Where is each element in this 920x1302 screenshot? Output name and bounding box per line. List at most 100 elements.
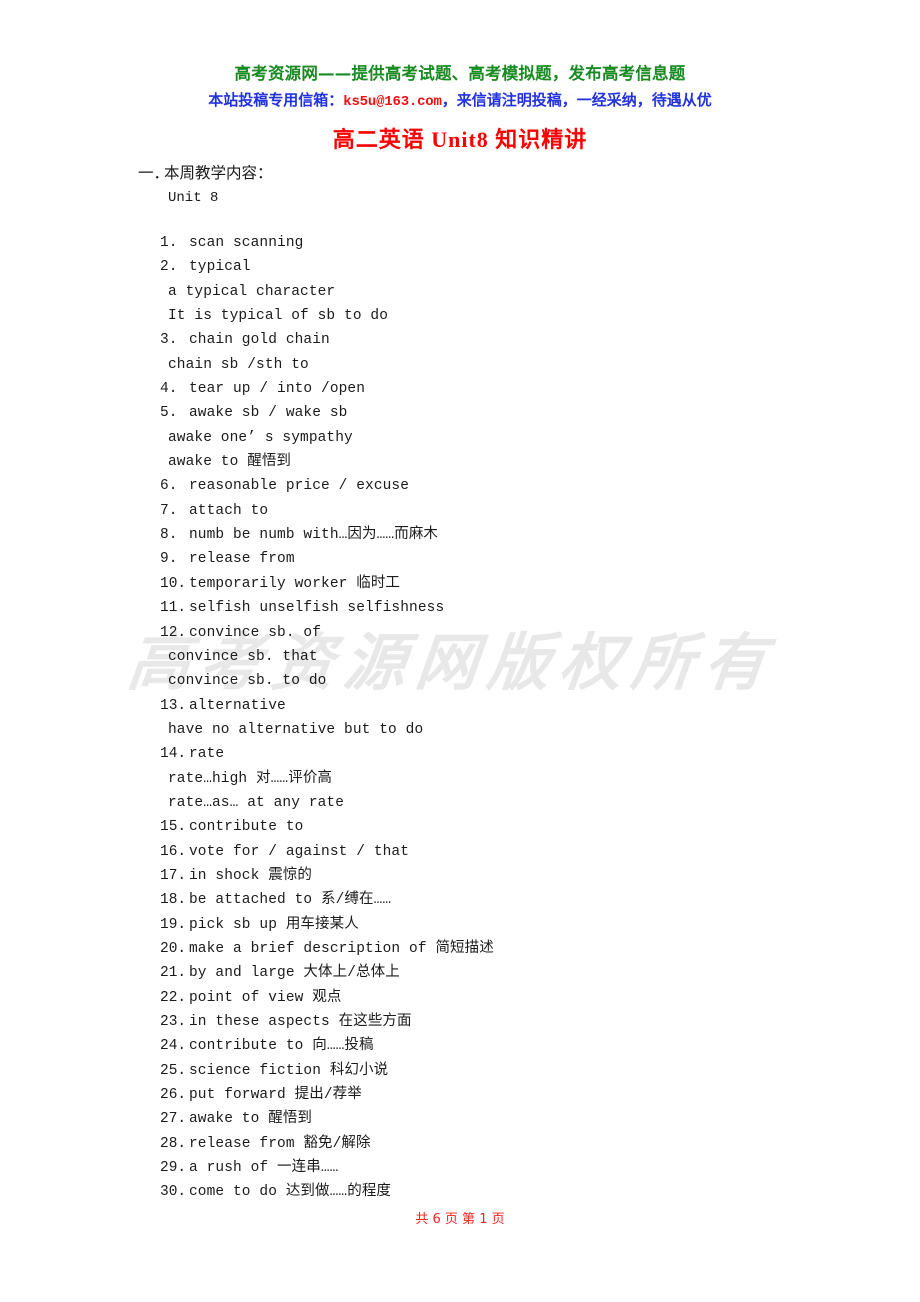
item-number: 6. <box>160 478 178 495</box>
page-footer: 共 6 页 第 1 页 <box>415 1212 505 1227</box>
vocabulary-item: 9. release from <box>0 547 920 571</box>
item-number: 28. <box>160 1135 187 1152</box>
item-text: a rush of 一连串…… <box>189 1160 339 1177</box>
item-text: chain gold chain <box>189 332 330 349</box>
item-number: 7. <box>160 502 178 519</box>
item-text: awake to 醒悟到 <box>189 1111 313 1128</box>
item-text: be attached to 系/缚在…… <box>189 892 392 909</box>
item-text: release from <box>189 551 295 568</box>
item-number: 5. <box>160 405 178 422</box>
item-number: 8. <box>160 527 178 544</box>
item-text: in shock 震惊的 <box>189 867 313 884</box>
vocabulary-item: 22. point of view 观点 <box>0 986 920 1010</box>
vocabulary-item: 16. vote for / against / that <box>0 840 920 864</box>
vocabulary-item: 6. reasonable price / excuse <box>0 474 920 498</box>
item-text: contribute to 向……投稿 <box>189 1038 374 1055</box>
item-text: convince sb. that <box>168 648 318 665</box>
vocabulary-item: 23. in these aspects 在这些方面 <box>0 1010 920 1034</box>
item-number: 17. <box>160 867 187 884</box>
vocabulary-item: 11. selfish unselfish selfishness <box>0 596 920 620</box>
item-text: reasonable price / excuse <box>189 478 410 495</box>
item-number: 25. <box>160 1062 187 1079</box>
item-text: convince sb. to do <box>168 673 327 690</box>
contact-email[interactable]: ks5u@163.com <box>343 94 442 110</box>
section-ordinal: 一． <box>138 165 170 182</box>
vocabulary-subline: awake one’ s sympathy <box>0 426 920 450</box>
vocabulary-subline: It is typical of sb to do <box>0 304 920 328</box>
vocabulary-item: 4. tear up / into /open <box>0 377 920 401</box>
item-number: 3. <box>160 332 178 349</box>
item-number: 30. <box>160 1184 187 1201</box>
item-text: typical <box>189 259 251 276</box>
vocabulary-subline: rate…as… at any rate <box>0 791 920 815</box>
item-text: attach to <box>189 502 269 519</box>
item-number: 19. <box>160 916 187 933</box>
vocabulary-item: 2. typical <box>0 255 920 279</box>
vocabulary-item: 3. chain gold chain <box>0 328 920 352</box>
vocabulary-item: 18. be attached to 系/缚在…… <box>0 888 920 912</box>
item-number: 27. <box>160 1111 187 1128</box>
vocabulary-subline: convince sb. to do <box>0 669 920 693</box>
vocabulary-item: 27. awake to 醒悟到 <box>0 1107 920 1131</box>
vocabulary-item: 8. numb be numb with…因为……而麻木 <box>0 523 920 547</box>
page-title: 高二英语 Unit8 知识精讲 <box>332 127 588 152</box>
item-text: come to do 达到做……的程度 <box>189 1184 392 1201</box>
item-text: have no alternative but to do <box>168 721 424 738</box>
item-number: 21. <box>160 965 187 982</box>
item-number: 13. <box>160 697 187 714</box>
item-number: 15. <box>160 819 187 836</box>
vocabulary-subline: convince sb. that <box>0 645 920 669</box>
item-number: 16. <box>160 843 187 860</box>
item-number: 10. <box>160 575 187 592</box>
item-number: 11. <box>160 600 187 617</box>
item-text: numb be numb with…因为……而麻木 <box>189 527 439 544</box>
item-number: 2. <box>160 259 178 276</box>
item-text: science fiction 科幻小说 <box>189 1062 389 1079</box>
section-heading: 一．本周教学内容： <box>138 162 920 186</box>
item-text: convince sb. of <box>189 624 322 641</box>
vocabulary-item: 29. a rush of 一连串…… <box>0 1156 920 1180</box>
item-number: 18. <box>160 892 187 909</box>
banner-tagline: 高考资源网——提供高考试题、高考模拟题，发布高考信息题 <box>234 64 686 83</box>
item-text: awake to 醒悟到 <box>168 454 292 471</box>
item-text: make a brief description of 简短描述 <box>189 940 494 957</box>
vocabulary-item: 26. put forward 提出/荐举 <box>0 1083 920 1107</box>
vocabulary-item: 28. release from 豁免/解除 <box>0 1132 920 1156</box>
vocabulary-item: 20. make a brief description of 简短描述 <box>0 937 920 961</box>
vocabulary-item: 5. awake sb / wake sb <box>0 401 920 425</box>
item-text: rate <box>189 746 225 763</box>
vocabulary-item: 30. come to do 达到做……的程度 <box>0 1180 920 1204</box>
item-text: put forward 提出/荐举 <box>189 1087 362 1104</box>
section-heading-text: 本周教学内容： <box>164 165 273 182</box>
vocabulary-item: 10. temporarily worker 临时工 <box>0 572 920 596</box>
item-text: alternative <box>189 697 286 714</box>
vocabulary-item: 15. contribute to <box>0 815 920 839</box>
section-subheading: Unit 8 <box>168 190 219 206</box>
item-number: 20. <box>160 940 187 957</box>
vocabulary-subline: a typical character <box>0 280 920 304</box>
item-text: point of view 观点 <box>189 989 342 1006</box>
vocabulary-item: 25. science fiction 科幻小说 <box>0 1059 920 1083</box>
item-text: rate…as… at any rate <box>168 794 345 811</box>
item-text: in these aspects 在这些方面 <box>189 1014 412 1030</box>
document-body: 一．本周教学内容： Unit 8 1. scan scanning 2. typica… <box>0 162 920 1205</box>
item-text: It is typical of sb to do <box>168 308 389 325</box>
item-number: 23. <box>160 1014 187 1030</box>
vocabulary-item: 21. by and large 大体上/总体上 <box>0 961 920 985</box>
banner-contact-suffix: ，来信请注明投稿，一经采纳，待遇从优 <box>441 93 712 109</box>
banner-contact-prefix: 本站投稿专用信箱： <box>208 93 344 109</box>
item-text: rate…high 对……评价高 <box>168 770 333 787</box>
vocabulary-item: 7. attach to <box>0 499 920 523</box>
vocabulary-subline: rate…high 对……评价高 <box>0 767 920 791</box>
vocabulary-item: 17. in shock 震惊的 <box>0 864 920 888</box>
item-number: 1. <box>160 235 178 251</box>
item-text: a typical character <box>168 283 336 300</box>
item-number: 4. <box>160 381 178 398</box>
item-text: temporarily worker 临时工 <box>189 575 401 592</box>
vocabulary-item: 14. rate <box>0 742 920 766</box>
vocabulary-item: 12. convince sb. of <box>0 621 920 645</box>
vocabulary-subline: awake to 醒悟到 <box>0 450 920 474</box>
banner-contact: 本站投稿专用信箱：ks5u@163.com，来信请注明投稿，一经采纳，待遇从优 <box>0 89 920 114</box>
item-text: release from 豁免/解除 <box>189 1135 371 1152</box>
vocabulary-list: 1. scan scanning 2. typical a typical charac… <box>0 231 920 1205</box>
